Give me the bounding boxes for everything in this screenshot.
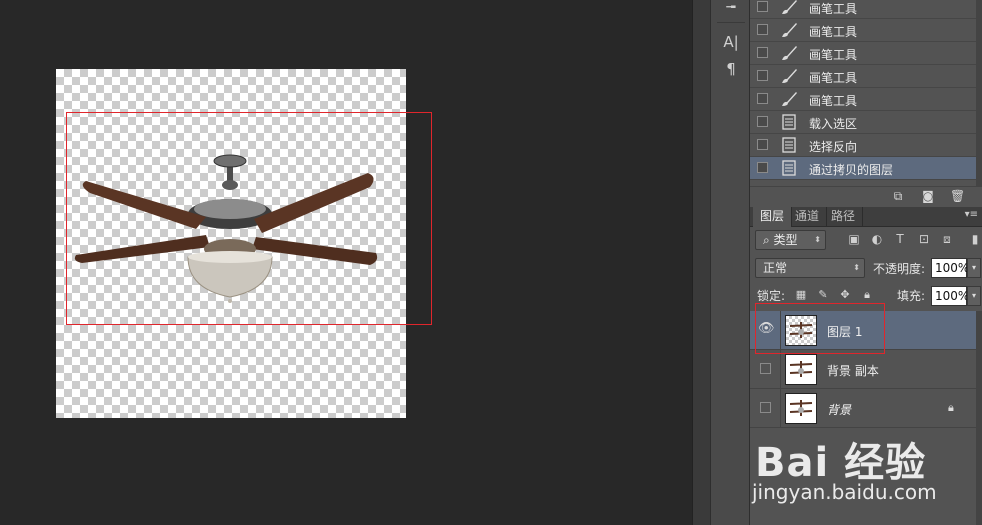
history-item-label: 画笔工具 xyxy=(809,71,858,85)
layer-highlight-box xyxy=(755,303,885,354)
filter-kind-label: 类型 xyxy=(773,233,798,247)
character-icon[interactable]: A| xyxy=(721,31,741,53)
history-snapshot-source-toggle[interactable] xyxy=(757,24,768,35)
paragraph-icon[interactable]: ¶ xyxy=(721,58,741,80)
brush-icon xyxy=(780,68,798,84)
new-document-from-state-icon[interactable]: ⧉ xyxy=(891,190,905,203)
history-item[interactable]: 画笔工具 xyxy=(750,42,976,65)
history-item[interactable]: 选择反向 xyxy=(750,134,976,157)
history-snapshot-source-toggle[interactable] xyxy=(757,47,768,58)
history-snapshot-source-toggle[interactable] xyxy=(757,70,768,81)
history-item[interactable]: 画笔工具 xyxy=(750,19,976,42)
history-item[interactable]: 画笔工具 xyxy=(750,0,976,19)
history-panel: 画笔工具 画笔工具 画笔工具 画笔工具 画笔工具 载入选区 选择反向 通过拷贝的图层 xyxy=(750,0,976,186)
lock-transparent-pixels-icon[interactable]: ▦ xyxy=(794,288,808,302)
brush-preset-icon[interactable]: ╼ xyxy=(721,0,741,18)
layer-name[interactable]: 背景 xyxy=(827,401,851,418)
snapshot-camera-icon[interactable]: ◙ xyxy=(921,190,935,203)
brush-icon xyxy=(780,22,798,38)
blend-mode-select[interactable]: 正常 ⬍ xyxy=(755,258,865,278)
history-footer: ⧉ ◙ 🗑 xyxy=(750,186,982,206)
layer-thumbnail xyxy=(785,354,817,385)
adjustment-layer-filter-icon[interactable]: ◐ xyxy=(869,231,885,247)
layers-scrollbar[interactable] xyxy=(976,311,982,525)
layer-thumbnail xyxy=(785,393,817,424)
visibility-toggle[interactable] xyxy=(760,363,771,374)
type-layer-filter-icon[interactable]: T xyxy=(892,231,908,247)
opacity-input[interactable]: 100% xyxy=(931,258,969,278)
history-item[interactable]: 通过拷贝的图层 xyxy=(750,157,976,180)
history-item[interactable]: 画笔工具 xyxy=(750,65,976,88)
history-item-label: 画笔工具 xyxy=(809,25,858,39)
layer-name[interactable]: 背景 副本 xyxy=(827,362,879,379)
shape-layer-filter-icon[interactable]: ⊡ xyxy=(916,231,932,247)
fill-dropdown-icon[interactable]: ▾ xyxy=(967,286,981,306)
select-arrow-icon: ⬍ xyxy=(853,263,860,272)
panel-menu-icon[interactable]: ▾≡ xyxy=(965,209,978,220)
history-snapshot-source-toggle[interactable] xyxy=(757,139,768,150)
visibility-cell[interactable] xyxy=(750,389,781,427)
history-item-label: 通过拷贝的图层 xyxy=(809,163,894,177)
blend-mode-value: 正常 xyxy=(763,261,788,275)
lock-all-icon[interactable]: 🔒︎ xyxy=(860,288,874,302)
layers-panel-tabs: 图层 通道 路径 ▾≡ xyxy=(750,207,982,227)
pixel-layer-filter-icon[interactable]: ▣ xyxy=(846,231,862,247)
layer-filter-select[interactable]: ⌕ 类型 ⬍ xyxy=(755,230,826,250)
canvas-area[interactable] xyxy=(0,0,692,525)
lock-icon: 🔒︎ xyxy=(948,401,954,414)
opacity-label: 不透明度: xyxy=(873,262,926,276)
visibility-cell[interactable] xyxy=(750,350,781,388)
filter-search-icon: ⌕ xyxy=(763,233,774,247)
document-icon xyxy=(780,137,798,153)
smart-object-filter-icon[interactable]: ⧈ xyxy=(939,231,955,247)
selection-rectangle xyxy=(66,112,432,325)
history-item[interactable]: 画笔工具 xyxy=(750,88,976,111)
canvas-vertical-scrollbar[interactable] xyxy=(692,0,710,525)
layer-row-background[interactable]: 背景 🔒︎ xyxy=(750,389,976,428)
brush-icon xyxy=(780,0,798,15)
history-snapshot-source-toggle[interactable] xyxy=(757,116,768,127)
history-item-label: 载入选区 xyxy=(809,117,858,131)
lock-position-icon[interactable]: ✥ xyxy=(838,288,852,302)
tab-layers[interactable]: 图层 xyxy=(753,207,793,227)
watermark: Bai 经验 jingyan.baidu.com xyxy=(752,430,955,522)
history-snapshot-source-toggle[interactable] xyxy=(757,162,768,173)
history-scrollbar[interactable] xyxy=(976,0,982,186)
history-item-label: 画笔工具 xyxy=(809,94,858,108)
toolstrip-divider xyxy=(717,22,745,23)
fill-input[interactable]: 100% xyxy=(931,286,969,306)
select-arrow-icon: ⬍ xyxy=(814,235,821,244)
visibility-toggle[interactable] xyxy=(760,402,771,413)
opacity-dropdown-icon[interactable]: ▾ xyxy=(967,258,981,278)
tab-paths[interactable]: 路径 xyxy=(824,207,864,227)
brush-icon xyxy=(780,91,798,107)
filter-toggle-icon[interactable]: ▮ xyxy=(970,231,980,247)
lock-label: 锁定: xyxy=(757,289,786,303)
watermark-url: jingyan.baidu.com xyxy=(752,480,937,504)
history-item-label: 画笔工具 xyxy=(809,48,858,62)
brush-icon xyxy=(780,45,798,61)
history-snapshot-source-toggle[interactable] xyxy=(757,1,768,12)
document-icon xyxy=(780,160,798,176)
history-item-label: 选择反向 xyxy=(809,140,858,154)
document-icon xyxy=(780,114,798,130)
tab-channels[interactable]: 通道 xyxy=(788,207,828,227)
layer-row-background-copy[interactable]: 背景 副本 xyxy=(750,350,976,389)
history-snapshot-source-toggle[interactable] xyxy=(757,93,768,104)
history-item-label: 画笔工具 xyxy=(809,2,858,16)
history-item[interactable]: 载入选区 xyxy=(750,111,976,134)
lock-image-pixels-icon[interactable]: ✎ xyxy=(816,288,830,302)
trash-icon[interactable]: 🗑 xyxy=(950,190,965,203)
fill-label: 填充: xyxy=(897,289,926,303)
panel-toolstrip: ╼ A| ¶ xyxy=(710,0,750,525)
